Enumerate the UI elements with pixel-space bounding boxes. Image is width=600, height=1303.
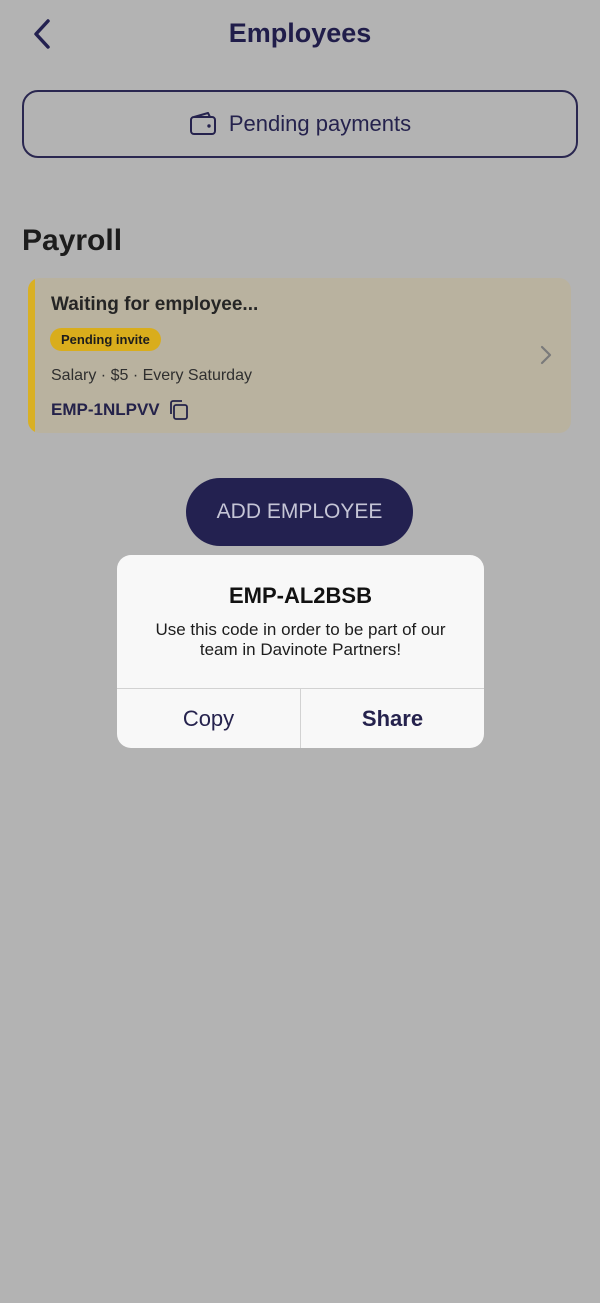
card-accent-bar bbox=[28, 278, 35, 433]
copy-icon[interactable] bbox=[168, 399, 190, 421]
section-title-payroll: Payroll bbox=[22, 224, 123, 257]
app-header: Employees bbox=[0, 0, 600, 70]
status-badge: Pending invite bbox=[50, 328, 161, 351]
pending-payments-button[interactable]: Pending payments bbox=[22, 90, 578, 158]
dialog-title: EMP-AL2BSB bbox=[228, 583, 372, 608]
employee-card[interactable]: Waiting for employee... Pending invite S… bbox=[28, 278, 571, 433]
share-button[interactable]: Share bbox=[300, 689, 484, 748]
wallet-icon bbox=[189, 112, 216, 135]
chevron-right-icon bbox=[540, 345, 552, 365]
employee-card-title: Waiting for employee... bbox=[51, 294, 259, 315]
employee-code-row: EMP-1NLPVV bbox=[51, 399, 190, 421]
dialog-message: Use this code in order to be part of our… bbox=[155, 620, 446, 659]
page-title: Employees bbox=[228, 18, 372, 48]
dialog-actions: Copy Share bbox=[117, 688, 484, 748]
add-employee-button[interactable]: ADD EMPLOYEE bbox=[186, 478, 413, 546]
pending-payments-label: Pending payments bbox=[228, 111, 412, 136]
salary-info: Salary · $5 · Every Saturday bbox=[51, 367, 252, 384]
invite-code-dialog: EMP-AL2BSB Use this code in order to be … bbox=[117, 555, 484, 748]
copy-button[interactable]: Copy bbox=[117, 689, 300, 748]
employee-code: EMP-1NLPVV bbox=[51, 400, 160, 419]
